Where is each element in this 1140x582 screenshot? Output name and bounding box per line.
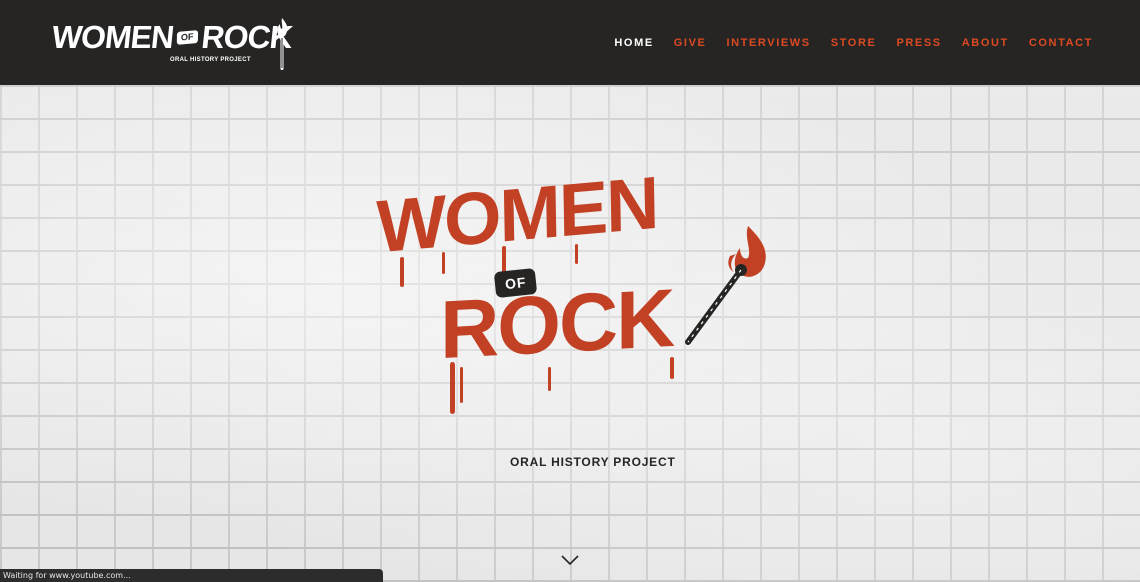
logo-word-women: WOMEN bbox=[50, 19, 176, 55]
nav-home[interactable]: HOME bbox=[614, 37, 653, 49]
browser-status-bar: Waiting for www.youtube.com... bbox=[0, 569, 383, 582]
nav-about[interactable]: ABOUT bbox=[962, 37, 1009, 49]
logo-tagline: ORAL HISTORY PROJECT bbox=[170, 57, 251, 63]
nav-press[interactable]: PRESS bbox=[896, 37, 941, 49]
site-header: WOMEN OF ROCK ORAL HISTORY PROJECT HOME … bbox=[0, 0, 1140, 85]
hero-word-rock: ROCK bbox=[440, 272, 674, 377]
hero-brick-wall: WOMEN OF ROCK ORAL HISTORY PROJECT bbox=[0, 85, 1140, 582]
hero-logo: WOMEN OF ROCK bbox=[370, 161, 780, 417]
site-logo[interactable]: WOMEN OF ROCK ORAL HISTORY PROJECT bbox=[48, 14, 294, 74]
logo-of-badge: OF bbox=[177, 29, 198, 45]
nav-store[interactable]: STORE bbox=[831, 37, 877, 49]
logo-wordmark: WOMEN OF ROCK bbox=[50, 19, 294, 55]
flaming-match-icon bbox=[277, 18, 288, 70]
chevron-down-icon[interactable] bbox=[560, 553, 580, 567]
flaming-match-icon bbox=[685, 226, 766, 345]
nav-interviews[interactable]: INTERVIEWS bbox=[726, 37, 810, 49]
nav-contact[interactable]: CONTACT bbox=[1029, 37, 1093, 49]
hero-tagline: ORAL HISTORY PROJECT bbox=[510, 455, 676, 469]
nav-give[interactable]: GIVE bbox=[674, 37, 707, 49]
main-nav: HOME GIVE INTERVIEWS STORE PRESS ABOUT C… bbox=[614, 37, 1093, 49]
